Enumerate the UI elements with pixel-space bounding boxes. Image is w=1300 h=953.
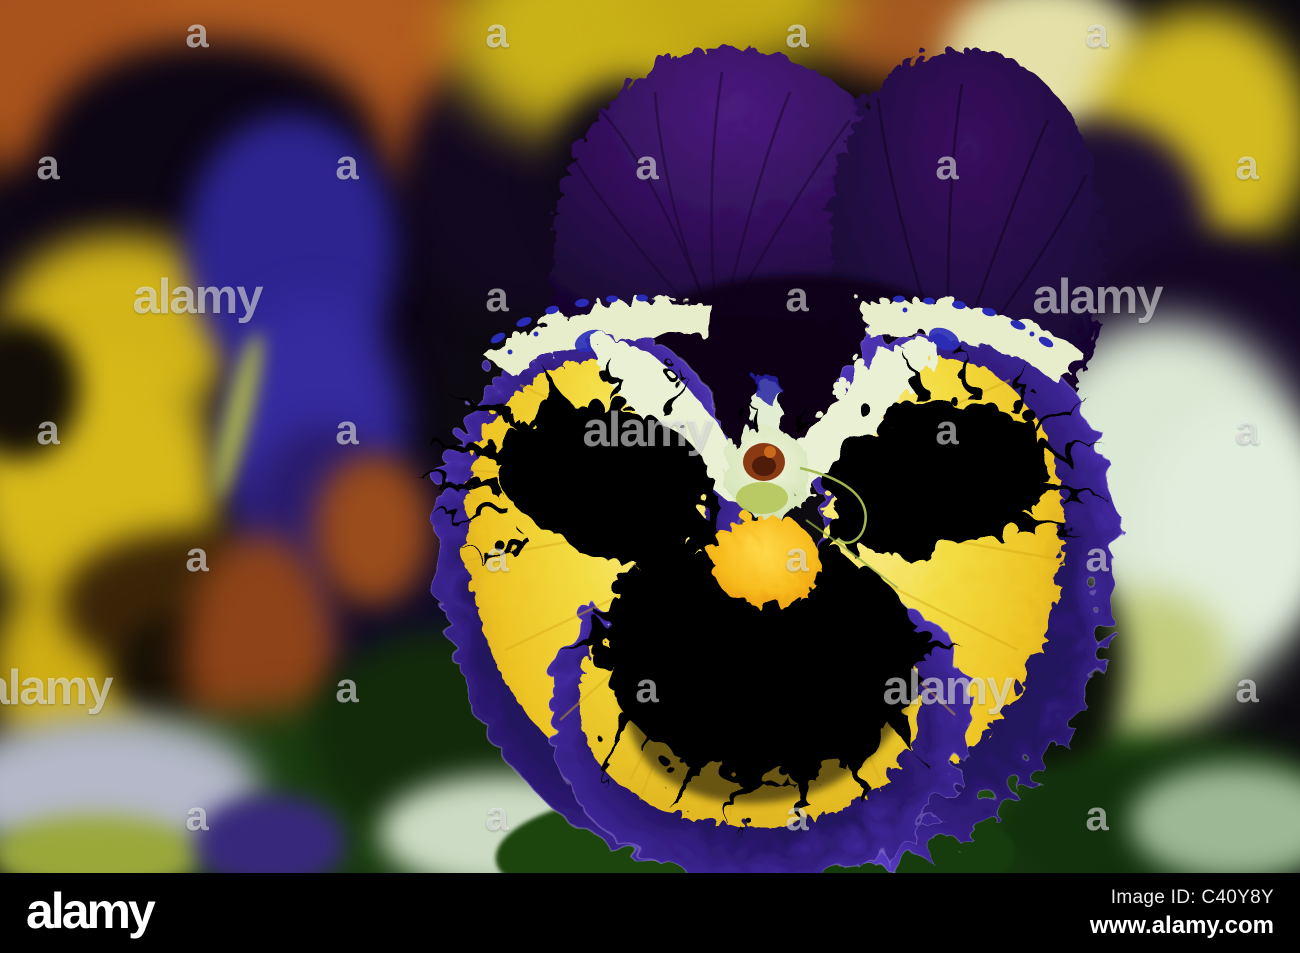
pansy-flower-illustration bbox=[405, 43, 1106, 873]
footer-bar: alamy Image ID: C40Y8Y www.alamy.com bbox=[0, 873, 1300, 953]
pansy-photo: a a a a a a a a a a a a a a a a a a a a a a a a a a alamy alamy alam… bbox=[0, 0, 1300, 873]
stock-photo-page: a a a a a a a a a a a a a a a a a a a a a a a a a a alamy alamy alam… bbox=[0, 0, 1300, 953]
footer-meta: Image ID: C40Y8Y www.alamy.com bbox=[1090, 887, 1274, 940]
image-id: Image ID: C40Y8Y bbox=[1110, 886, 1274, 908]
website-url: www.alamy.com bbox=[1089, 911, 1274, 939]
alamy-logo: alamy bbox=[26, 883, 156, 939]
